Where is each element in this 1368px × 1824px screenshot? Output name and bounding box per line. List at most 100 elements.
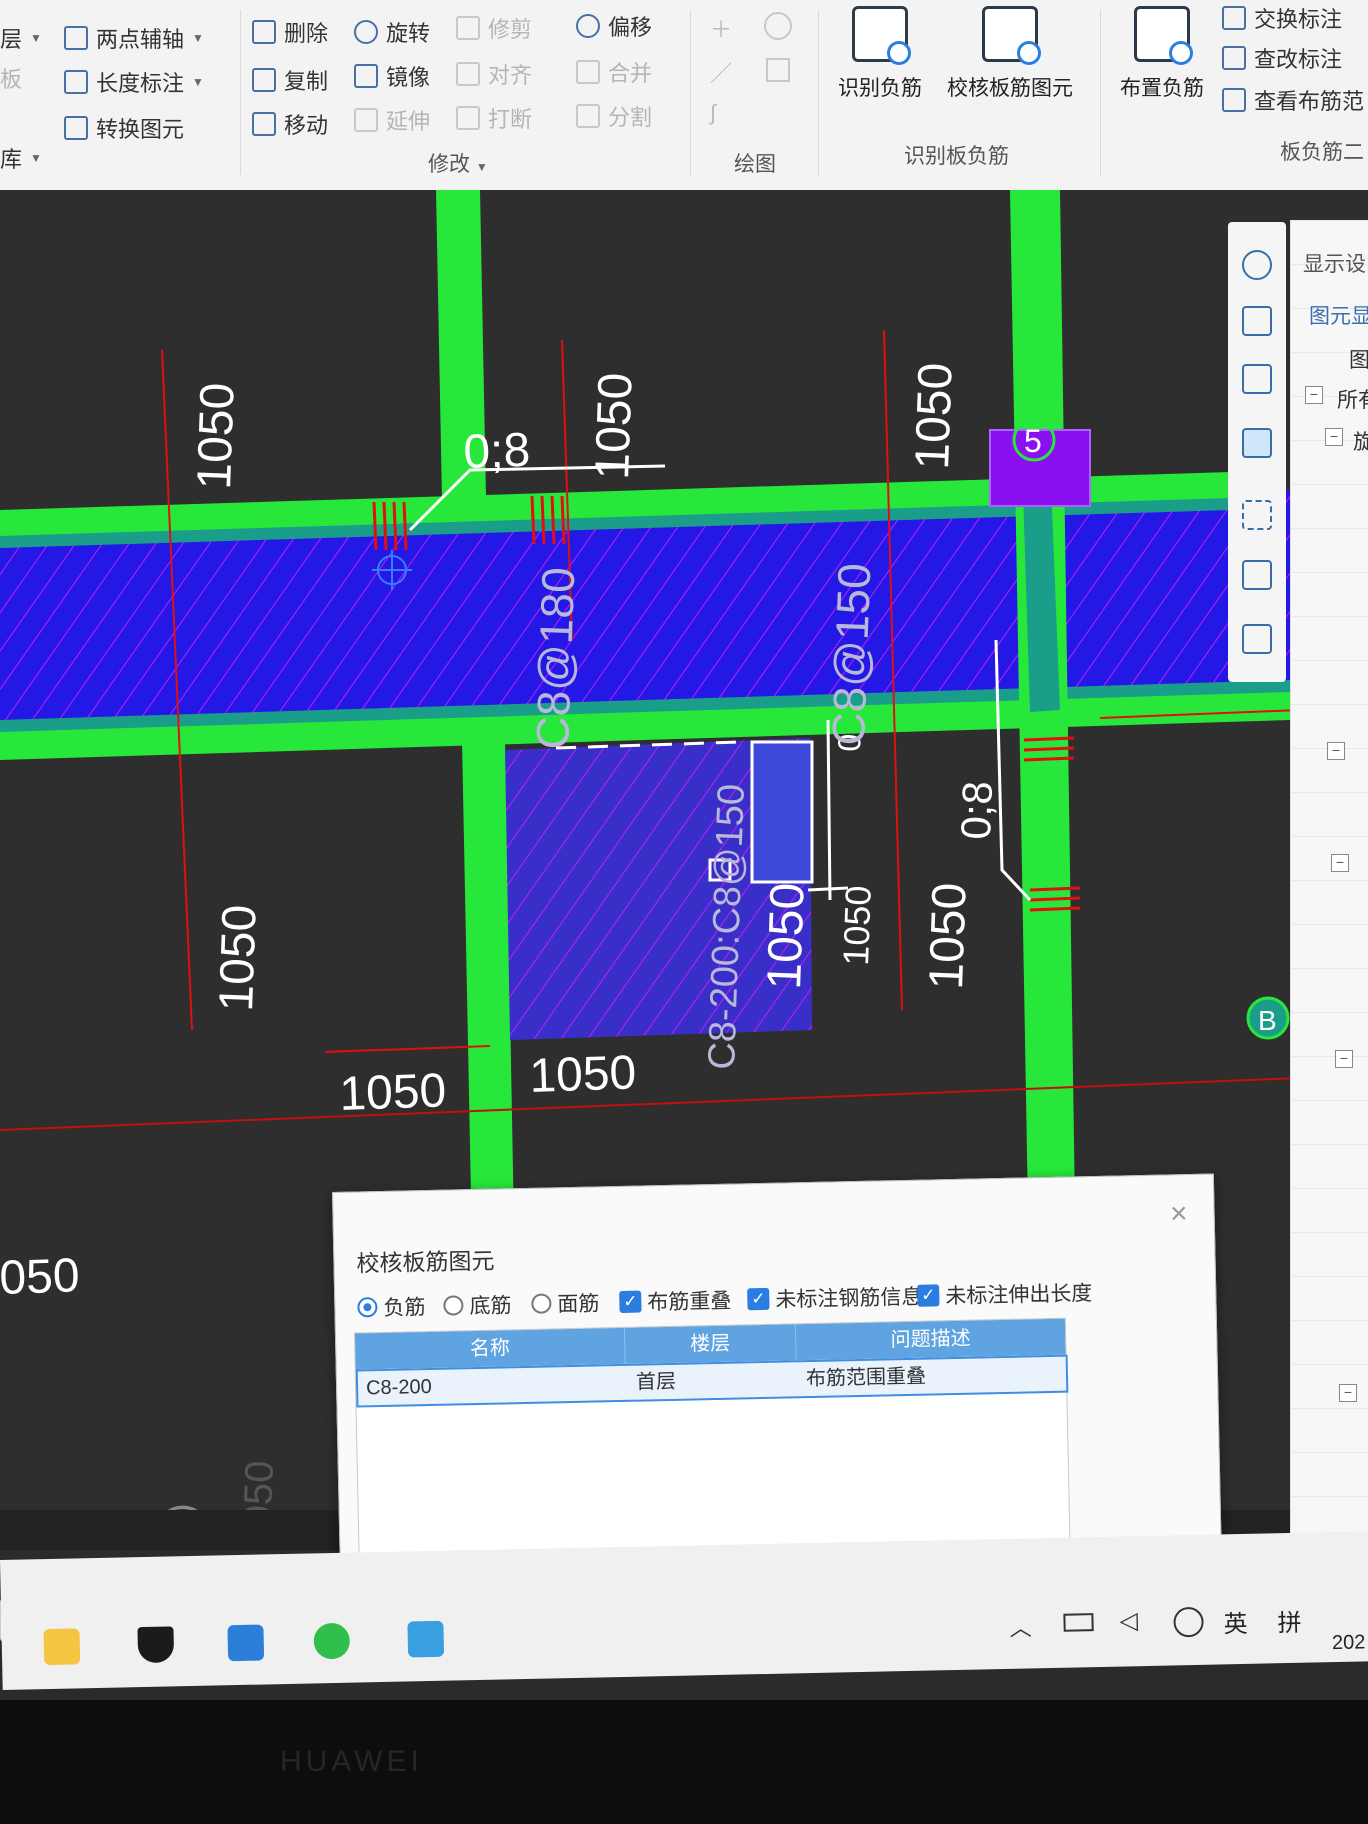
ribbon-divider (690, 10, 691, 175)
rotate-button[interactable]: 旋转 (354, 16, 430, 48)
dimension-text: 1050 (920, 882, 977, 991)
delete-button[interactable]: 删除 (252, 16, 328, 48)
fit-view-icon[interactable] (1242, 500, 1272, 530)
column-header-desc[interactable]: 问题描述 (796, 1319, 1066, 1361)
align-icon (456, 62, 480, 86)
wechat-icon[interactable] (313, 1622, 351, 1660)
check-slab-rebar-icon (982, 6, 1041, 65)
copy-button[interactable]: 复制 (252, 64, 328, 96)
radio-bottom-rebar[interactable]: 底筋 (443, 1289, 512, 1320)
identify-neg-rebar-button[interactable]: 识别负筋 (830, 0, 930, 102)
display-layer-icon[interactable] (1242, 560, 1272, 590)
split-button: 分割 (576, 100, 652, 132)
column-header-name[interactable]: 名称 (354, 1327, 626, 1370)
dimension-text: 1050 (529, 1046, 638, 1103)
dimension-text: 050 (0, 1249, 80, 1305)
place-neg-rebar-button[interactable]: 布置负筋 (1112, 0, 1212, 102)
dimension-text: 1050 (586, 372, 643, 481)
ime-mode-indicator[interactable]: 拼 (1277, 1603, 1302, 1638)
cell-floor: 首层 (635, 1370, 677, 1394)
merge-icon (576, 60, 600, 84)
check-overlap[interactable]: ✓ 布筋重叠 (619, 1285, 732, 1317)
check-slab-rebar-label: 校核板筋图元 (947, 77, 1073, 100)
collapse-toggle[interactable]: − (1305, 386, 1323, 404)
convert-element-button[interactable]: 转换图元 (64, 112, 184, 144)
check-slab-rebar-button[interactable]: 校核板筋图元 (940, 0, 1080, 102)
merge-label: 合并 (608, 61, 653, 86)
ribbon-left-item[interactable]: 库 ▼ (0, 142, 42, 174)
speaker-icon[interactable]: ◁ (1119, 1606, 1138, 1635)
radio-top-rebar[interactable]: 面筋 (531, 1287, 600, 1318)
circle-tool-icon[interactable] (764, 12, 792, 40)
orbit-view-icon[interactable] (1242, 250, 1272, 280)
identify-neg-rebar-label: 识别负筋 (838, 77, 922, 100)
dimension-text: 1050 (906, 362, 963, 471)
length-dimension-button[interactable]: 长度标注 ▼ (64, 66, 204, 98)
radio-label: 面筋 (557, 1292, 600, 1317)
tray-chevron-icon[interactable]: ︿ (1009, 1610, 1032, 1642)
rebar-spec-text: C8@150 (822, 562, 880, 746)
rect-tool-icon[interactable] (766, 58, 790, 82)
offset-label: 偏移 (608, 15, 653, 40)
app-t-icon[interactable] (407, 1620, 445, 1658)
close-icon[interactable]: × (1170, 1197, 1188, 1231)
two-point-axis-button[interactable]: 两点辅轴 ▼ (64, 22, 204, 54)
selected-rebar-box[interactable] (750, 740, 814, 884)
modify-group-label[interactable]: 修改 ▼ (428, 148, 488, 178)
column-header-floor[interactable]: 楼层 (625, 1324, 797, 1364)
ime-language-indicator[interactable]: 英 (1223, 1604, 1248, 1639)
align-button: 对齐 (456, 58, 532, 90)
checkbox-label: 布筋重叠 (647, 1289, 732, 1315)
radio-neg-rebar[interactable]: 负筋 (357, 1291, 426, 1322)
collapse-toggle[interactable]: − (1339, 1384, 1357, 1402)
line-tool-icon[interactable]: ／ (710, 56, 732, 88)
mirror-button[interactable]: 镜像 (354, 60, 430, 92)
swap-annotation-button[interactable]: 交换标注 (1222, 2, 1342, 34)
collapse-toggle[interactable]: − (1327, 742, 1345, 760)
edit-annotation-button[interactable]: 查改标注 (1222, 42, 1342, 74)
mail-icon[interactable] (227, 1624, 265, 1662)
offset-button[interactable]: 偏移 (576, 10, 652, 42)
view-range-button[interactable]: 查看布筋范 (1222, 84, 1364, 116)
dimension-text: 1050 (758, 882, 815, 991)
shield-icon[interactable] (137, 1626, 175, 1664)
tree-item[interactable]: 旋 (1353, 426, 1368, 456)
globe-icon[interactable] (1173, 1606, 1204, 1638)
3d-view-icon[interactable] (1242, 306, 1272, 336)
arc-tool-icon[interactable]: ∫ (710, 100, 716, 126)
battery-icon[interactable] (1063, 1613, 1094, 1632)
trim-button: 修剪 (456, 12, 532, 44)
radio-indicator (531, 1293, 552, 1314)
check-missing-rebar-info[interactable]: ✓ 未标注钢筋信息 (747, 1281, 923, 1315)
split-label: 分割 (608, 105, 653, 130)
file-explorer-icon[interactable] (43, 1628, 81, 1666)
collapse-toggle[interactable]: − (1331, 854, 1349, 872)
radio-indicator (357, 1297, 378, 1318)
panel-tab[interactable]: 图元显 (1309, 300, 1368, 330)
chevron-down-icon: ▼ (192, 31, 204, 45)
radio-label: 负筋 (383, 1296, 426, 1320)
ribbon-toolbar: 层 ▼ 板 库 ▼ 两点辅轴 ▼ 长度标注 ▼ 转换图元 删除 旋转 修剪 偏移… (0, 0, 1368, 191)
ribbon-left-label: 板 (0, 67, 23, 92)
copy-label: 复制 (284, 69, 329, 94)
trash-icon (252, 20, 276, 44)
dimension-text: 1050 (210, 904, 267, 1013)
point-tool-icon[interactable]: ＋ (710, 12, 732, 44)
cube-view-icon[interactable] (1242, 428, 1272, 458)
rebar-length-text: 0;8 (463, 424, 532, 479)
collapse-toggle[interactable]: − (1325, 428, 1343, 446)
collapse-toggle[interactable]: − (1335, 1050, 1353, 1068)
check-missing-extension[interactable]: ✓ 未标注伸出长度 (917, 1277, 1093, 1311)
box-view-icon[interactable] (1242, 364, 1272, 394)
two-point-axis-label: 两点辅轴 (96, 27, 185, 52)
checkbox-checked-icon: ✓ (917, 1284, 940, 1307)
break-label: 打断 (488, 107, 533, 132)
trim-label: 修剪 (488, 17, 533, 42)
dimension-text: 1050 (835, 885, 879, 966)
ribbon-left-item[interactable]: 层 ▼ (0, 22, 42, 54)
clock-year[interactable]: 202 (1332, 1631, 1366, 1655)
brand-logo: HUAWEI (280, 1745, 423, 1778)
tree-item[interactable]: 所有 (1337, 384, 1368, 414)
view-settings-icon[interactable] (1242, 624, 1272, 654)
move-button[interactable]: 移动 (252, 108, 328, 140)
